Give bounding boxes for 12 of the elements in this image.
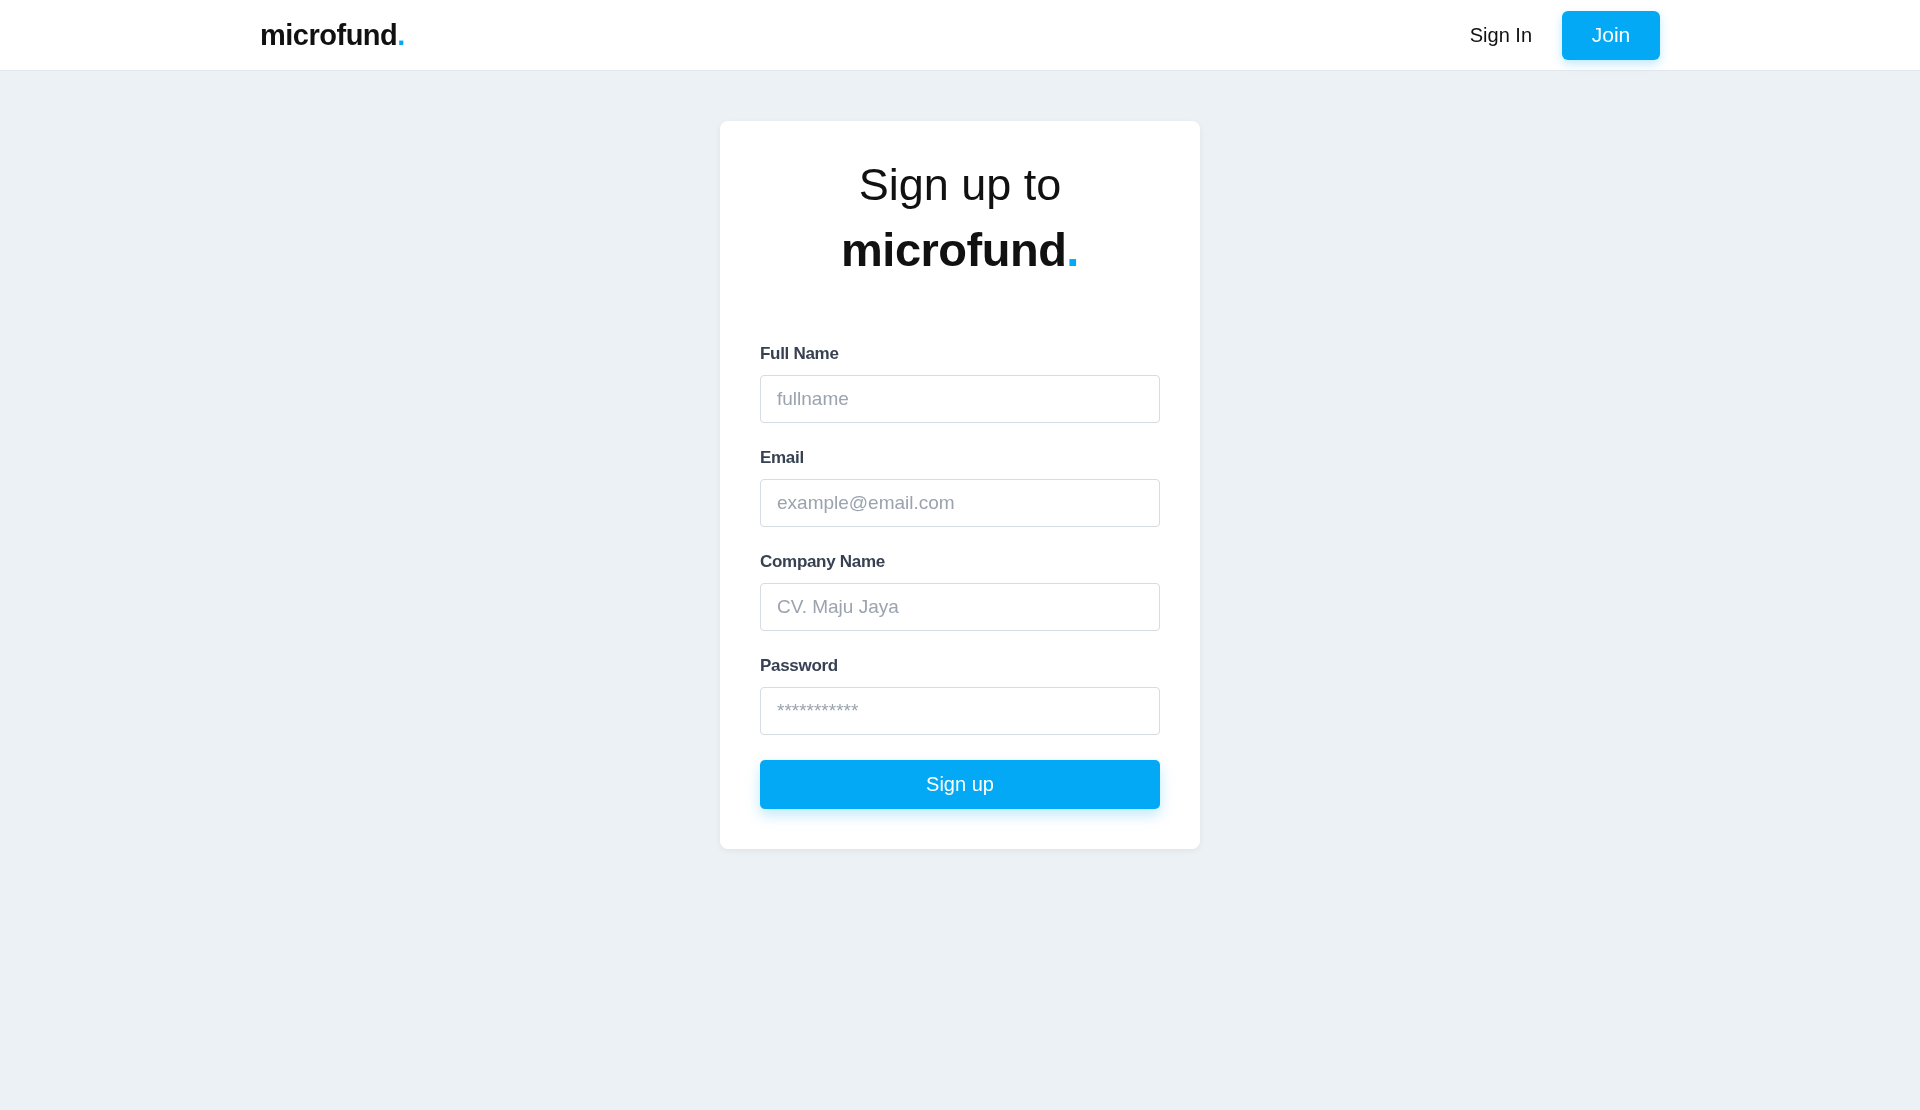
input-field[interactable]: example@email.com — [760, 479, 1160, 527]
input-field[interactable]: *********** — [760, 687, 1160, 735]
field-label: Full Name — [760, 344, 840, 364]
field-label: Company Name — [760, 552, 886, 572]
field-label: Email — [760, 448, 805, 468]
form-title: Sign up to — [857, 158, 1063, 212]
input-field[interactable]: fullname — [760, 375, 1160, 423]
field-label: Password — [760, 656, 839, 676]
input-field[interactable]: CV. Maju Jaya — [760, 583, 1160, 631]
brand-name: microfund. — [840, 222, 1080, 278]
sign-in-link[interactable]: Sign In — [1469, 23, 1532, 47]
logo[interactable]: microfund. — [260, 18, 405, 52]
